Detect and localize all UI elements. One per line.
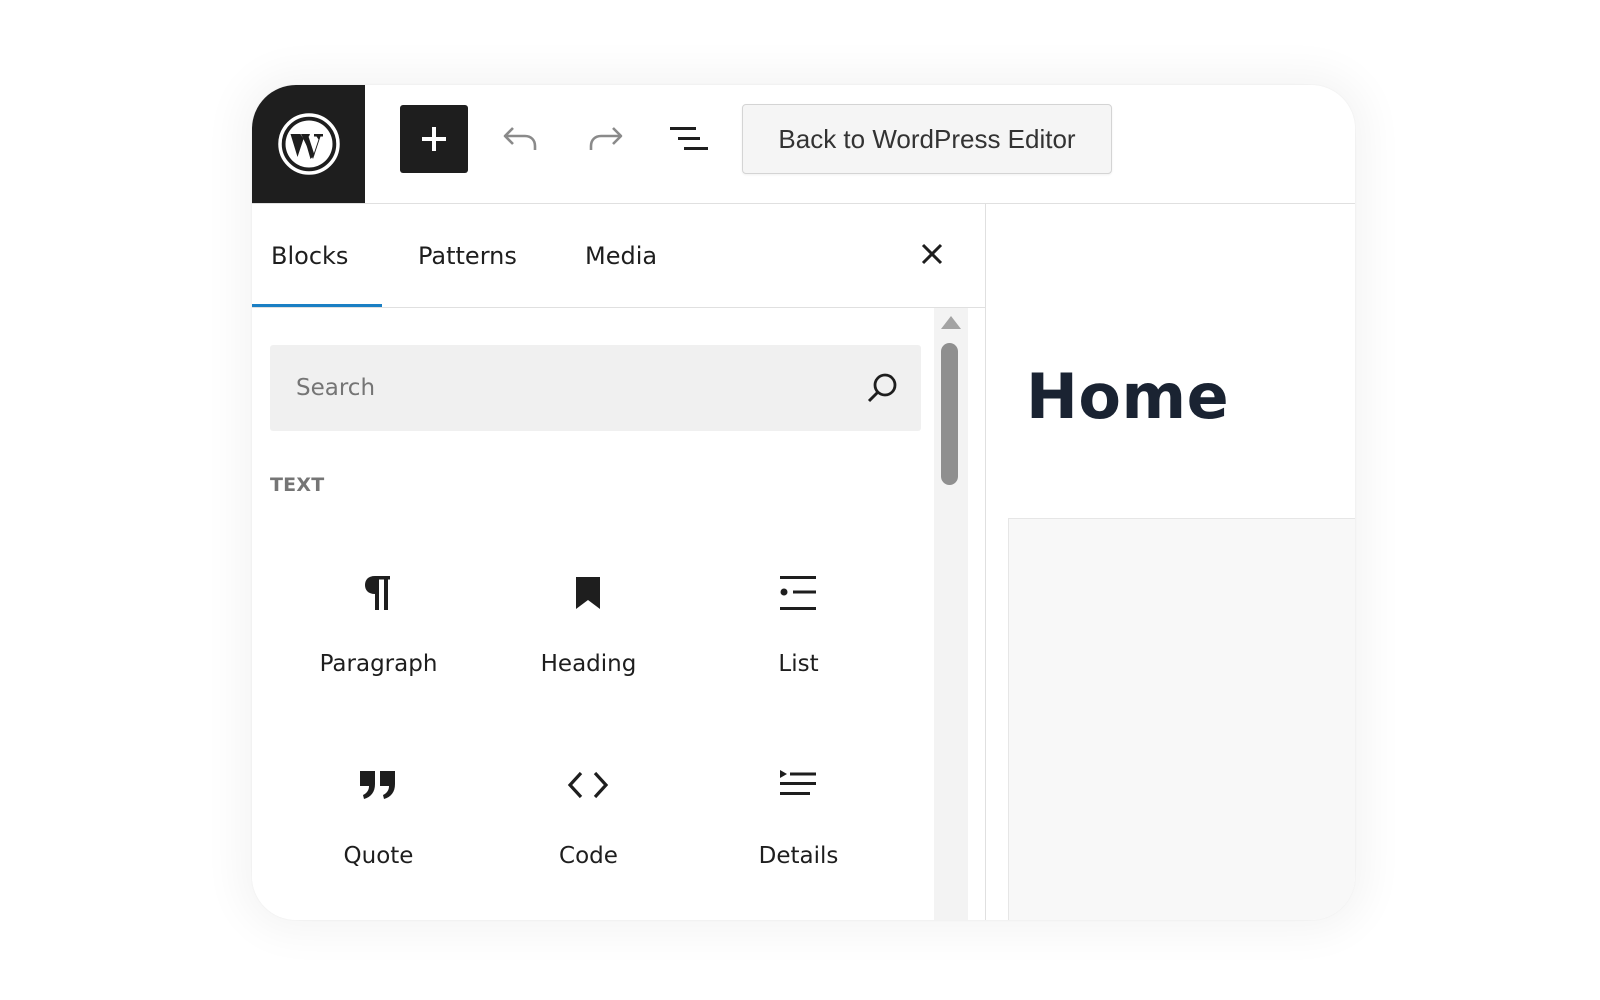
content-area[interactable]: [1008, 518, 1355, 920]
block-details[interactable]: Details: [690, 743, 907, 920]
search-input[interactable]: [270, 345, 830, 431]
page-title[interactable]: Home: [1026, 360, 1229, 433]
list-icon: [776, 571, 820, 615]
active-tab-indicator: [252, 304, 382, 307]
undo-button[interactable]: [492, 105, 548, 173]
block-label: Paragraph: [319, 651, 438, 677]
block-paragraph[interactable]: Paragraph: [270, 551, 487, 729]
block-search: [270, 345, 921, 431]
block-code[interactable]: Code: [480, 743, 697, 920]
redo-button[interactable]: [578, 105, 634, 173]
block-label: Heading: [540, 651, 637, 677]
heading-bookmark-icon: [566, 571, 610, 615]
inserter-scrollbar[interactable]: [934, 308, 968, 920]
wordpress-logo-button[interactable]: [252, 85, 365, 203]
code-icon: [566, 763, 610, 807]
block-heading[interactable]: Heading: [480, 551, 697, 729]
section-title-text: TEXT: [270, 474, 325, 496]
block-quote[interactable]: Quote: [270, 743, 487, 920]
undo-icon: [503, 127, 537, 150]
block-label: List: [778, 651, 819, 677]
back-to-editor-button[interactable]: Back to WordPress Editor: [742, 104, 1112, 174]
tab-patterns[interactable]: Patterns: [418, 204, 517, 307]
inserter-tabs: Blocks Patterns Media: [252, 204, 985, 308]
wordpress-logo-icon: [277, 113, 340, 175]
document-overview-button[interactable]: [662, 105, 718, 173]
plus-icon: [422, 127, 446, 151]
block-label: Details: [758, 843, 839, 869]
tab-blocks[interactable]: Blocks: [271, 204, 348, 307]
editor-canvas: Home: [986, 204, 1355, 920]
redo-icon: [589, 127, 623, 150]
block-inserter-panel: Blocks Patterns Media TEXT: [252, 204, 986, 920]
document-overview-icon: [670, 127, 708, 150]
paragraph-icon: [356, 571, 400, 615]
editor-window: Back to WordPress Editor Blocks Patterns…: [252, 85, 1355, 920]
close-inserter-button[interactable]: [912, 234, 952, 274]
scrollbar-thumb[interactable]: [941, 343, 958, 485]
close-icon: [921, 243, 943, 265]
add-block-button[interactable]: [400, 105, 468, 173]
search-icon[interactable]: [865, 370, 901, 406]
details-icon: [776, 763, 820, 807]
block-label: Quote: [343, 843, 414, 869]
editor-toolbar: Back to WordPress Editor: [252, 85, 1355, 204]
block-list[interactable]: List: [690, 551, 907, 729]
quote-icon: [356, 763, 400, 807]
tab-media[interactable]: Media: [585, 204, 657, 307]
block-label: Code: [559, 843, 618, 869]
scroll-up-arrow-icon[interactable]: [941, 316, 961, 329]
